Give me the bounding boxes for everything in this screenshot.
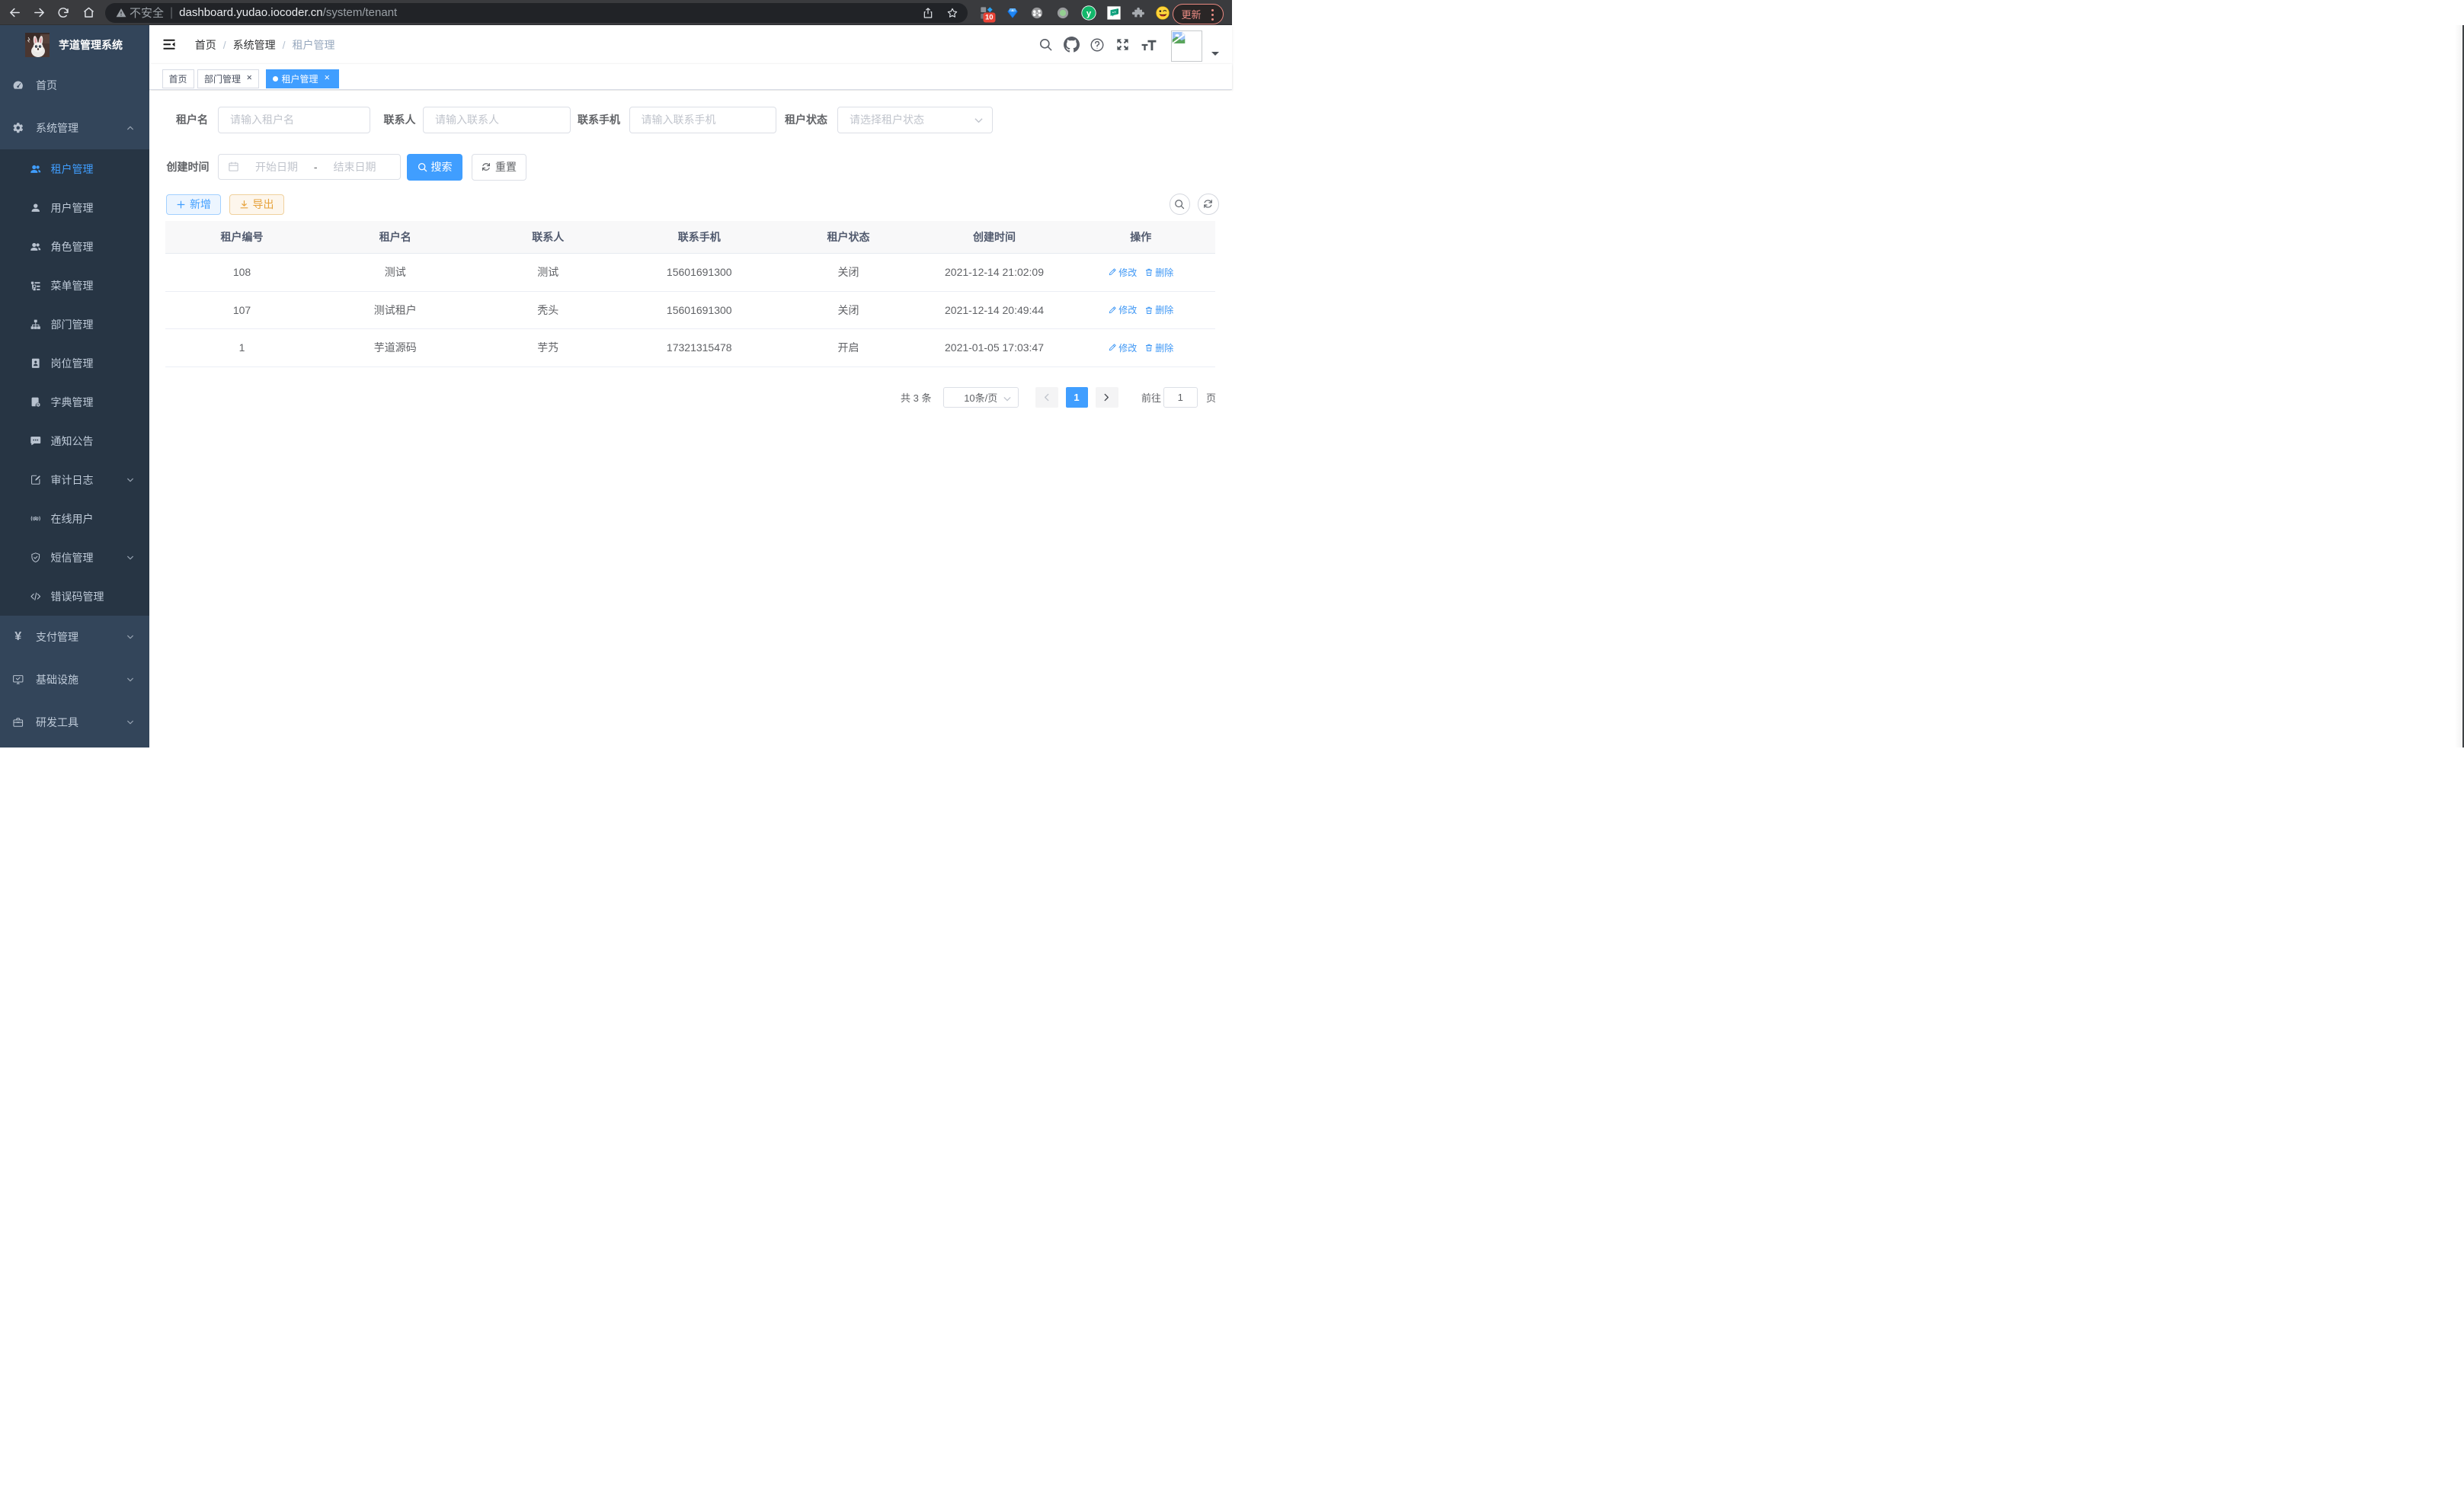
svg-text:y: y (1086, 9, 1091, 18)
